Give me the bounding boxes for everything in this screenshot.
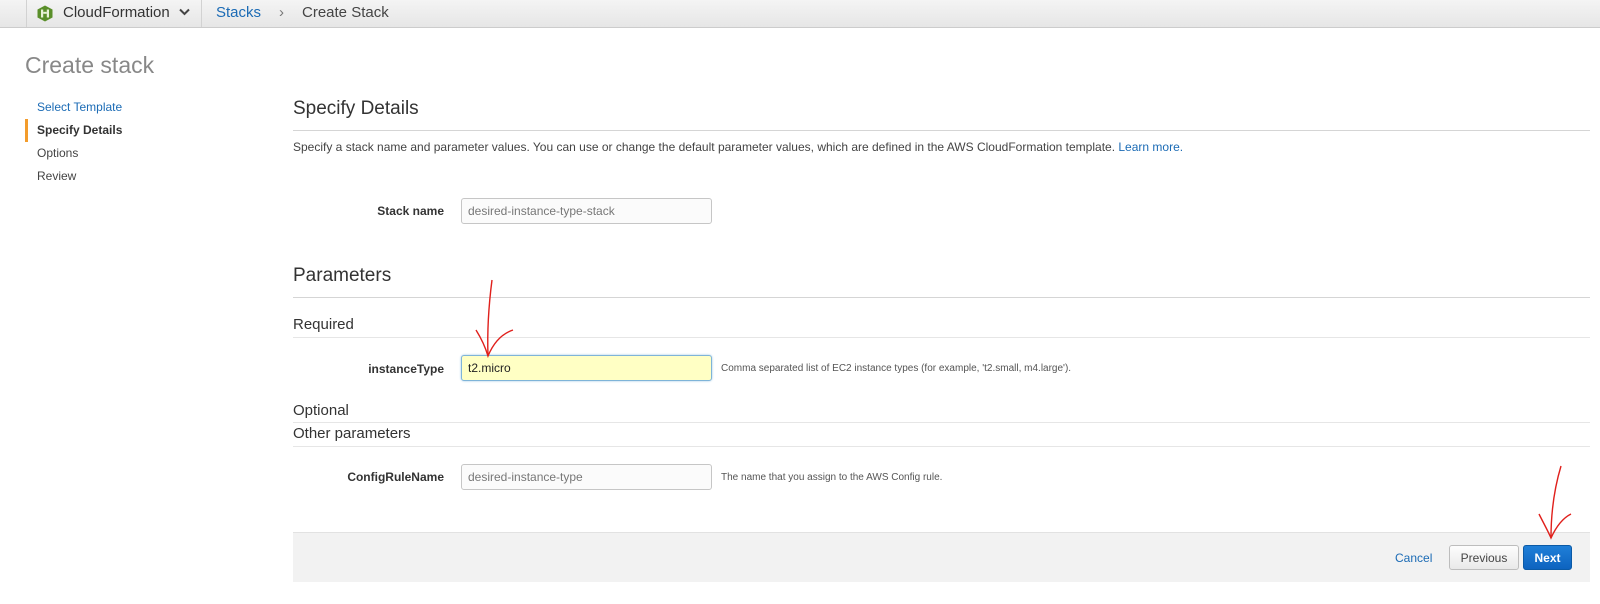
wizard-steps-nav: Select Template Specify Details Options … xyxy=(25,96,245,188)
step-review: Review xyxy=(37,169,77,183)
config-rule-name-label: ConfigRuleName xyxy=(347,470,444,484)
instance-type-label: instanceType xyxy=(368,362,444,376)
stack-name-label: Stack name xyxy=(377,204,444,218)
breadcrumb-current: Create Stack xyxy=(302,4,389,21)
divider xyxy=(293,337,1590,338)
instance-type-hint: Comma separated list of EC2 instance typ… xyxy=(721,363,1072,374)
divider xyxy=(293,297,1590,298)
step-select-template[interactable]: Select Template xyxy=(25,96,245,119)
previous-button[interactable]: Previous xyxy=(1449,545,1519,570)
divider xyxy=(293,422,1590,423)
required-subheading: Required xyxy=(293,316,354,333)
other-parameters-subheading: Other parameters xyxy=(293,425,411,442)
annotation-arrow-instance-type xyxy=(475,279,514,359)
cancel-button[interactable]: Cancel xyxy=(1395,551,1432,565)
breadcrumb-separator: › xyxy=(279,4,284,21)
details-description-text: Specify a stack name and parameter value… xyxy=(293,140,1116,154)
config-rule-name-hint: The name that you assign to the AWS Conf… xyxy=(721,472,943,483)
details-description: Specify a stack name and parameter value… xyxy=(293,140,1183,154)
section-title-specify-details: Specify Details xyxy=(293,98,419,119)
divider xyxy=(293,130,1590,131)
section-title-parameters: Parameters xyxy=(293,265,392,286)
step-options: Options xyxy=(37,146,79,160)
breadcrumb-stacks-link[interactable]: Stacks xyxy=(216,4,261,21)
instance-type-input[interactable] xyxy=(461,355,712,381)
cloudformation-logo-icon xyxy=(37,5,53,22)
page-title: Create stack xyxy=(25,52,155,78)
next-button[interactable]: Next xyxy=(1523,545,1572,570)
config-rule-name-input[interactable] xyxy=(461,464,712,490)
chevron-down-icon xyxy=(179,8,190,16)
service-menu[interactable]: CloudFormation xyxy=(26,0,202,27)
top-nav-bar: CloudFormation Stacks › Create Stack xyxy=(0,0,1600,28)
learn-more-link[interactable]: Learn more. xyxy=(1118,140,1183,154)
divider xyxy=(293,446,1590,447)
service-name: CloudFormation xyxy=(63,4,170,21)
stack-name-input[interactable] xyxy=(461,198,712,224)
step-specify-details: Specify Details xyxy=(25,119,245,142)
wizard-action-bar: Cancel Previous Next xyxy=(293,532,1590,582)
optional-subheading: Optional xyxy=(293,402,349,419)
